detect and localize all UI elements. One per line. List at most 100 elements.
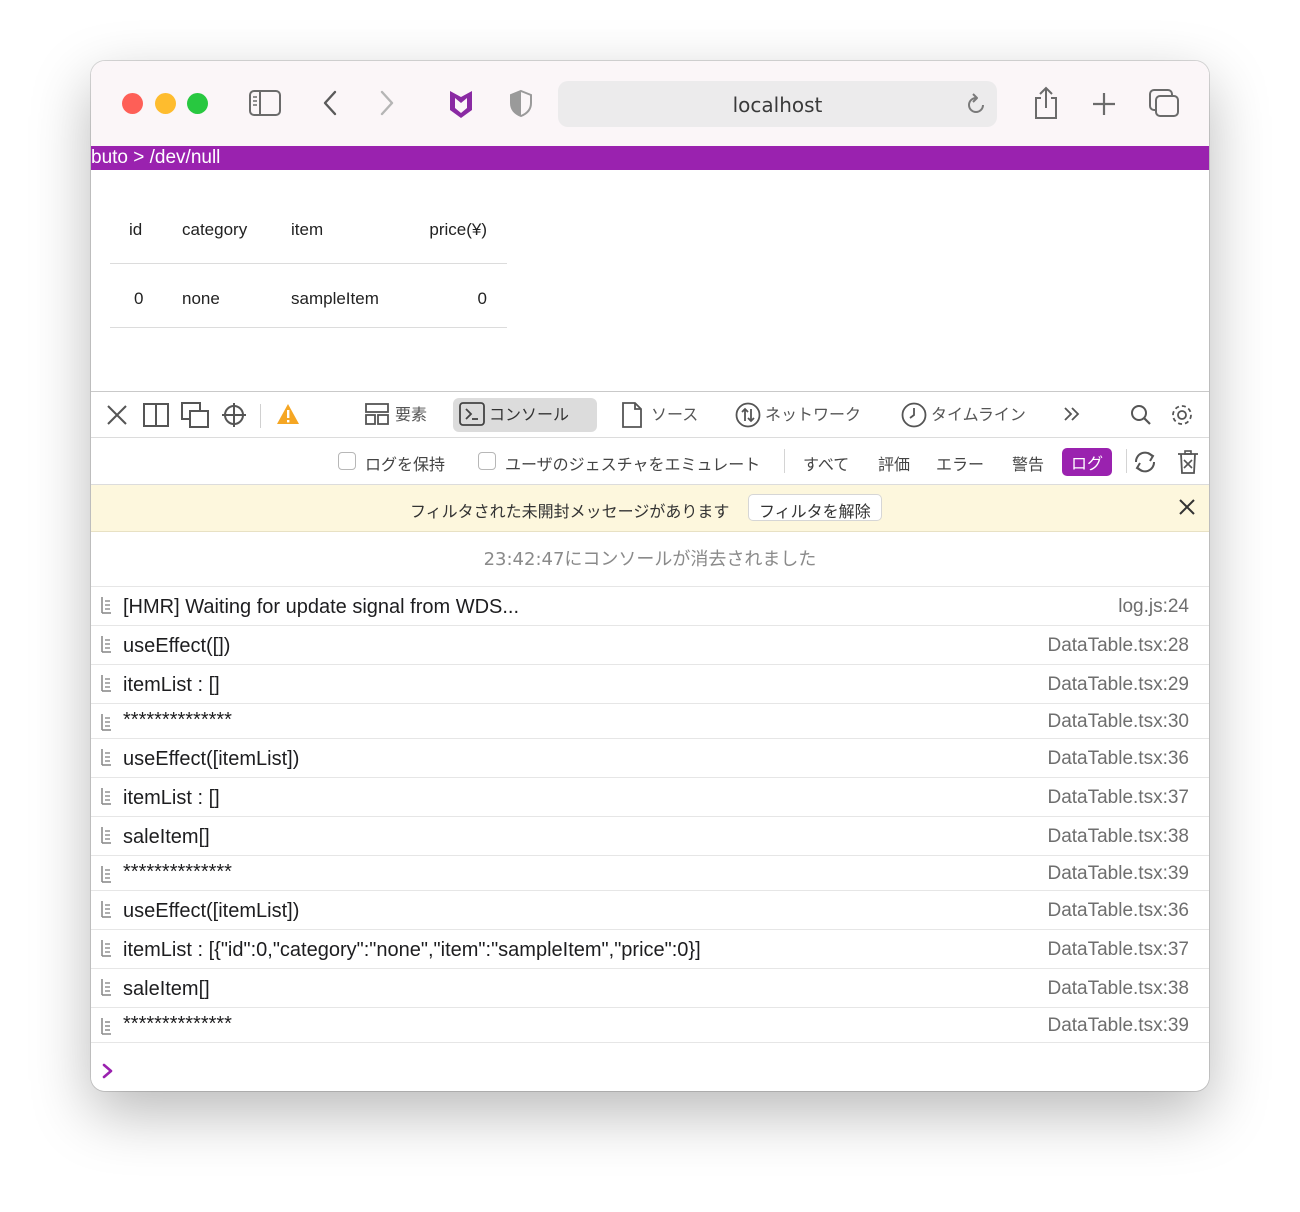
share-icon[interactable] [1033,86,1059,120]
cell-category: none [182,289,220,308]
tab-timeline[interactable]: タイムライン [895,398,1026,432]
console-icon [459,402,485,438]
reload-icon[interactable] [965,92,987,120]
console-log-list: [HMR] Waiting for update signal from WDS… [91,587,1209,1043]
tab-overview-icon[interactable] [1148,88,1180,118]
log-row[interactable]: itemList : [] DataTable.tsx:29 [91,665,1209,704]
filter-logs-button[interactable]: ログ [1062,448,1113,476]
inspector-tab-bar: 要素 コンソール ソース ネットワーク タイムライン [91,392,1209,438]
log-source-link[interactable]: DataTable.tsx:38 [1047,978,1189,1000]
forward-icon[interactable] [379,90,395,116]
table-divider [110,327,507,328]
log-icon [100,978,112,1000]
cell-item: sampleItem [291,289,379,308]
close-banner-icon[interactable] [1178,498,1196,520]
header-id: id [129,220,143,239]
header-item: item [291,220,324,239]
browser-toolbar: localhost [91,61,1209,146]
emulate-gesture-checkbox[interactable] [478,452,496,470]
log-row[interactable]: ************** DataTable.tsx:30 [91,704,1209,739]
refresh-console-icon[interactable] [1132,449,1158,479]
filter-all-button[interactable]: すべて [803,451,849,475]
toolbar-divider [260,404,261,428]
table-header-row: id category item price(¥) [110,200,507,264]
tab-sources[interactable]: ソース [615,398,698,432]
log-message: ************** [123,1013,232,1035]
log-source-link[interactable]: DataTable.tsx:37 [1047,787,1189,809]
log-message: itemList : [] [123,787,220,809]
tab-network[interactable]: ネットワーク [729,398,861,432]
log-icon [100,674,112,696]
log-source-link[interactable]: DataTable.tsx:38 [1047,826,1189,848]
document-icon [621,402,643,440]
clock-icon [901,402,927,440]
log-icon [100,1017,112,1039]
close-window-button[interactable] [122,93,143,114]
detach-window-icon[interactable] [181,402,209,432]
url-text: localhost [732,93,823,117]
search-icon[interactable] [1130,404,1152,430]
log-row[interactable]: useEffect([itemList]) DataTable.tsx:36 [91,891,1209,930]
log-source-link[interactable]: DataTable.tsx:30 [1047,711,1189,733]
log-row[interactable]: saleItem[] DataTable.tsx:38 [91,817,1209,856]
log-row[interactable]: [HMR] Waiting for update signal from WDS… [91,587,1209,626]
header-price: price(¥) [429,220,487,239]
clear-filter-button[interactable]: フィルタを解除 [748,494,882,521]
log-source-link[interactable]: DataTable.tsx:39 [1047,863,1189,885]
log-icon [100,713,112,735]
filter-errors-button[interactable]: エラー [936,451,984,475]
log-source-link[interactable]: DataTable.tsx:36 [1047,748,1189,770]
log-row[interactable]: saleItem[] DataTable.tsx:38 [91,969,1209,1008]
log-source-link[interactable]: DataTable.tsx:37 [1047,939,1189,961]
extension-shield-icon[interactable] [447,88,475,120]
sidebar-icon[interactable] [249,90,281,116]
log-source-link[interactable]: DataTable.tsx:29 [1047,674,1189,696]
minimize-window-button[interactable] [155,93,176,114]
header-category: category [182,220,248,239]
log-message: saleItem[] [123,826,210,848]
log-row[interactable]: ************** DataTable.tsx:39 [91,1008,1209,1043]
filter-warnings-button[interactable]: 警告 [1012,451,1044,475]
element-picker-icon[interactable] [221,402,247,432]
emulate-gesture-label: ユーザのジェスチャをエミュレート [505,455,761,474]
log-message: itemList : [] [123,674,220,696]
console-cleared-message: 23:42:47にコンソールが消去されました [91,532,1209,587]
network-icon [735,402,761,440]
tab-console[interactable]: コンソール [453,398,597,432]
cell-price: 0 [477,289,487,308]
log-source-link[interactable]: DataTable.tsx:36 [1047,900,1189,922]
log-row[interactable]: useEffect([]) DataTable.tsx:28 [91,626,1209,665]
log-message: ************** [123,861,232,883]
settings-gear-icon[interactable] [1170,403,1194,431]
back-icon[interactable] [322,90,338,116]
log-icon [100,596,112,618]
log-row[interactable]: itemList : [] DataTable.tsx:37 [91,778,1209,817]
more-tabs-icon[interactable] [1063,406,1081,426]
cell-id: 0 [134,289,144,308]
filter-evaluations-button[interactable]: 評価 [878,451,910,475]
log-row[interactable]: useEffect([itemList]) DataTable.tsx:36 [91,739,1209,778]
elements-icon [365,402,389,438]
log-source-link[interactable]: DataTable.tsx:39 [1047,1015,1189,1037]
address-bar[interactable]: localhost [558,81,997,127]
dock-side-icon[interactable] [143,403,169,431]
tab-elements[interactable]: 要素 [359,398,427,432]
log-row[interactable]: itemList : [{"id":0,"category":"none","i… [91,930,1209,969]
log-source-link[interactable]: log.js:24 [1118,596,1189,618]
page-breadcrumb: buto > /dev/null [91,146,1209,170]
tab-sources-label: ソース [651,405,699,424]
tab-elements-label: 要素 [395,405,428,424]
web-inspector: 要素 コンソール ソース ネットワーク タイムライン ログを保持 ユーザのジェス… [91,391,1209,1091]
filter-divider [784,449,785,473]
log-source-link[interactable]: DataTable.tsx:28 [1047,635,1189,657]
log-icon [100,939,112,961]
close-inspector-icon[interactable] [106,404,128,430]
new-tab-icon[interactable] [1091,91,1117,117]
console-prompt-icon[interactable] [101,1062,115,1084]
warning-icon[interactable] [276,403,300,429]
preserve-log-checkbox[interactable] [338,452,356,470]
zoom-window-button[interactable] [187,93,208,114]
privacy-shield-icon[interactable] [509,89,533,117]
clear-console-trash-icon[interactable] [1177,450,1199,478]
log-row[interactable]: ************** DataTable.tsx:39 [91,856,1209,891]
